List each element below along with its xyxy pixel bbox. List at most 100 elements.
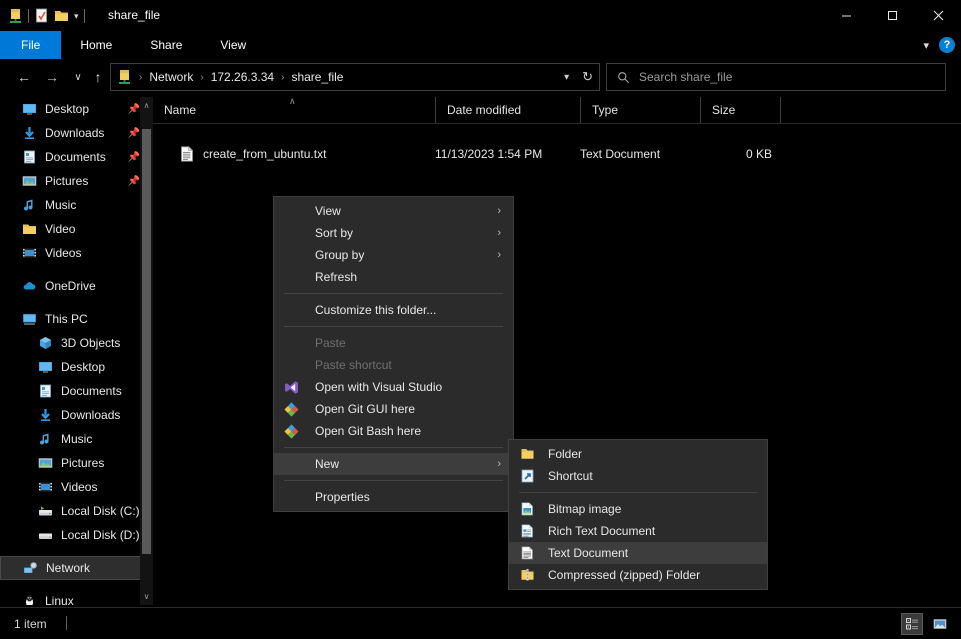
large-icons-view-icon[interactable]	[929, 613, 951, 635]
sidebar-item-network[interactable]: Network	[0, 556, 144, 580]
search-input[interactable]: Search share_file	[639, 70, 732, 84]
sidebar-item-music[interactable]: Music	[0, 193, 152, 217]
sidebar-item-local-disk-c[interactable]: Local Disk (C:)	[0, 499, 152, 523]
sidebar-item-pc-videos[interactable]: Videos	[0, 475, 152, 499]
details-view-icon[interactable]	[901, 613, 923, 635]
column-header-type[interactable]: Type	[580, 97, 700, 123]
recent-locations-button[interactable]: ∨	[68, 67, 88, 87]
context-menu-item-paste: Paste	[274, 332, 513, 354]
context-menu-item-open-git-gui-here[interactable]: Open Git GUI here	[274, 398, 513, 420]
network-folder-icon[interactable]	[8, 8, 23, 24]
column-header-date-modified[interactable]: Date modified	[435, 97, 580, 123]
submenu-item-bitmap-image[interactable]: Bitmap image	[509, 498, 767, 520]
sidebar-item-onedrive[interactable]: OneDrive	[0, 274, 152, 298]
submenu-item-compressed-zipped-folder[interactable]: Compressed (zipped) Folder	[509, 564, 767, 586]
sidebar-label: Desktop	[61, 360, 106, 374]
tab-home-label: Home	[80, 38, 113, 52]
column-header-name[interactable]: Name	[153, 97, 435, 123]
submenu-item-shortcut[interactable]: Shortcut	[509, 465, 767, 487]
sidebar-item-3d-objects[interactable]: 3D Objects	[0, 331, 152, 355]
context-menu-item-customize-folder[interactable]: Customize this folder...	[274, 299, 513, 321]
table-row[interactable]: create_from_ubuntu.txt 11/13/2023 1:54 P…	[153, 141, 961, 167]
context-menu-item-new[interactable]: New ›	[274, 453, 513, 475]
breadcrumb-item-share[interactable]: share_file	[287, 68, 347, 86]
context-menu-item-view[interactable]: View ›	[274, 200, 513, 222]
sidebar-item-pictures[interactable]: Pictures 📌	[0, 169, 152, 193]
maximize-button[interactable]	[869, 0, 915, 31]
submenu-item-folder[interactable]: Folder	[509, 443, 767, 465]
close-button[interactable]	[915, 0, 961, 31]
sidebar-label: This PC	[45, 312, 88, 326]
breadcrumb-sep-0: ›	[139, 71, 143, 83]
breadcrumb-item-network[interactable]: Network	[145, 68, 197, 86]
back-button[interactable]: ←	[14, 67, 34, 87]
sidebar-label: Downloads	[61, 408, 121, 422]
minimize-button[interactable]	[823, 0, 869, 31]
sidebar-item-videos[interactable]: Videos	[0, 241, 152, 265]
scroll-up-icon[interactable]: ∧	[140, 97, 153, 114]
search-icon	[617, 71, 630, 84]
chevron-down-icon[interactable]: ▾	[923, 39, 929, 52]
sidebar-label: Video	[45, 222, 76, 236]
sidebar-item-this-pc[interactable]: This PC	[0, 307, 152, 331]
context-menu-item-sort-by[interactable]: Sort by ›	[274, 222, 513, 244]
history-dropdown-icon[interactable]: ▾	[564, 72, 569, 83]
sidebar-label: Music	[45, 198, 77, 212]
sidebar-label: Local Disk (C:)	[61, 504, 140, 518]
sidebar-item-desktop[interactable]: Desktop 📌	[0, 97, 152, 121]
sidebar-item-pc-music[interactable]: Music	[0, 427, 152, 451]
column-header-size[interactable]: Size	[700, 97, 780, 123]
forward-button[interactable]: →	[42, 67, 62, 87]
breadcrumb-sep-2: ›	[281, 71, 285, 83]
zip-folder-icon	[520, 568, 538, 582]
sidebar-item-pc-pictures[interactable]: Pictures	[0, 451, 152, 475]
pin-icon[interactable]: 📌	[128, 128, 140, 139]
sidebar-item-documents[interactable]: Documents 📌	[0, 145, 152, 169]
status-divider	[66, 616, 67, 630]
tab-view[interactable]: View	[201, 31, 265, 59]
context-menu: View › Sort by › Group by › Refresh Cust…	[273, 196, 514, 512]
context-menu-item-open-git-bash-here[interactable]: Open Git Bash here	[274, 420, 513, 442]
sidebar-item-video-folder[interactable]: Video	[0, 217, 152, 241]
submenu-item-rich-text-document[interactable]: Rich Text Document	[509, 520, 767, 542]
system-drive-icon	[38, 504, 53, 518]
sidebar-item-pc-documents[interactable]: Documents	[0, 379, 152, 403]
search-box[interactable]: Search share_file	[606, 63, 946, 91]
sidebar-item-pc-downloads[interactable]: Downloads	[0, 403, 152, 427]
sidebar-item-pc-desktop[interactable]: Desktop	[0, 355, 152, 379]
column-header-spacer	[780, 97, 820, 123]
scrollbar-thumb[interactable]	[142, 129, 151, 554]
sidebar-item-downloads[interactable]: Downloads 📌	[0, 121, 152, 145]
breadcrumb-item-host[interactable]: 172.26.3.34	[207, 68, 278, 86]
pin-icon[interactable]: 📌	[128, 152, 140, 163]
tab-home[interactable]: Home	[61, 31, 131, 59]
pin-icon[interactable]: 📌	[128, 176, 140, 187]
context-menu-item-group-by[interactable]: Group by ›	[274, 244, 513, 266]
up-button[interactable]: ↑	[88, 67, 108, 87]
address-bar[interactable]: › Network › 172.26.3.34 › share_file ▾ ↻	[110, 63, 600, 91]
pictures-icon	[22, 174, 37, 188]
qat-dropdown-chevron-icon[interactable]: ▾	[74, 11, 79, 22]
context-menu-label: Refresh	[315, 270, 358, 284]
tab-file[interactable]: File	[0, 31, 62, 59]
sidebar-scrollbar[interactable]: ∧ ∨	[140, 97, 153, 605]
file-explorer-window: ▾ share_file File Home Share View ▾ ? ← …	[0, 0, 961, 639]
context-menu-item-open-with-visual-studio[interactable]: Open with Visual Studio	[274, 376, 513, 398]
sidebar-label: Documents	[61, 384, 122, 398]
text-document-icon	[520, 546, 538, 560]
scroll-down-icon[interactable]: ∨	[140, 588, 153, 605]
refresh-icon[interactable]: ↻	[582, 69, 593, 85]
sidebar-item-local-disk-d[interactable]: Local Disk (D:)	[0, 523, 152, 547]
context-menu-item-refresh[interactable]: Refresh	[274, 266, 513, 288]
videos-icon	[38, 480, 53, 494]
checkmark-document-icon[interactable]	[34, 8, 49, 24]
help-icon[interactable]: ?	[939, 37, 955, 53]
folder-icon[interactable]	[54, 8, 69, 24]
context-menu-item-properties[interactable]: Properties	[274, 486, 513, 508]
pin-icon[interactable]: 📌	[128, 104, 140, 115]
context-menu-label: Group by	[315, 248, 365, 262]
sidebar-item-linux[interactable]: Linux	[0, 589, 152, 605]
download-icon	[38, 408, 53, 422]
submenu-item-text-document[interactable]: Text Document	[509, 542, 767, 564]
tab-share[interactable]: Share	[131, 31, 201, 59]
